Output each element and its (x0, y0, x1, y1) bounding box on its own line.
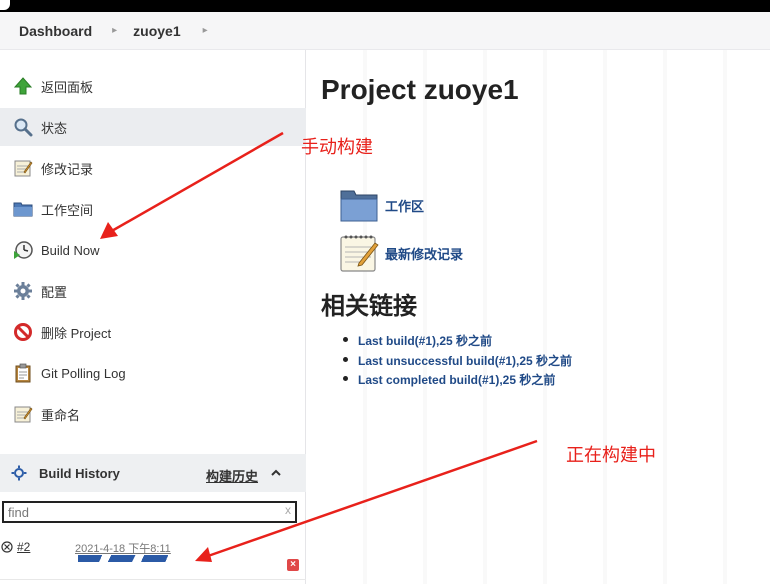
build-trend-link[interactable]: 构建历史 (206, 466, 258, 485)
build-filter-input[interactable] (8, 504, 278, 520)
sidebar-item-label: 修改记录 (41, 161, 94, 177)
breadcrumb-chevron-icon[interactable]: ▸ (112, 25, 117, 36)
notepad-icon (12, 157, 34, 179)
workspace-link-label: 工作区 (385, 198, 425, 214)
sidebar: 返回面板 状态 修改记录 工作空间 Build Now 配置 删除 Projec… (0, 50, 306, 584)
sidebar-item-label: 工作空间 (41, 202, 94, 218)
folder-icon (12, 198, 34, 220)
folder-icon (339, 185, 379, 225)
sidebar-item-label: 重命名 (41, 407, 81, 423)
build-number-link[interactable]: #2 (17, 540, 30, 554)
permalink-last-build[interactable]: Last build(#1),25 秒之前 (343, 332, 572, 352)
breadcrumb: Dashboard ▸ zuoye1 ▸ (0, 12, 770, 50)
sidebar-item-status[interactable]: 状态 (0, 108, 306, 146)
gear-icon (12, 280, 34, 302)
up-arrow-icon (12, 75, 34, 97)
permalink-last-unsuccessful-build[interactable]: Last unsuccessful build(#1),25 秒之前 (343, 352, 572, 372)
build-progress-bar[interactable] (78, 555, 168, 562)
breadcrumb-dashboard[interactable]: Dashboard (19, 23, 92, 39)
recent-changes-link[interactable]: 最新修改记录 (339, 233, 463, 273)
recent-changes-link-label: 最新修改记录 (385, 246, 464, 262)
sidebar-item-delete-project[interactable]: 删除 Project (0, 313, 306, 351)
build-filter-box: x (2, 501, 297, 523)
notepad-icon (339, 233, 379, 273)
filter-clear-icon[interactable]: x (285, 503, 291, 517)
magnifier-icon (12, 116, 34, 138)
sidebar-item-label: 状态 (41, 120, 68, 136)
build-time-link[interactable]: 2021-4-18 下午8:11 (75, 540, 171, 556)
sidebar-item-build-now[interactable]: Build Now (0, 231, 306, 269)
sidebar-item-git-polling-log[interactable]: Git Polling Log (0, 354, 306, 392)
sidebar-item-rename[interactable]: 重命名 (0, 395, 306, 433)
page-title: Project zuoye1 (321, 74, 519, 105)
jenkins-logo-icon[interactable] (0, 0, 10, 10)
clock-play-icon (12, 239, 34, 261)
sidebar-item-workspace[interactable]: 工作空间 (0, 190, 306, 228)
build-history-header: Build History 构建历史 (0, 454, 306, 492)
annotation-manual-build: 手动构建 (301, 137, 373, 158)
sidebar-item-label: 返回面板 (41, 79, 94, 95)
top-header-bar (0, 0, 770, 12)
sidebar-item-label: 删除 Project (41, 325, 112, 341)
build-history-title: Build History (39, 466, 120, 481)
no-entry-icon (12, 321, 34, 343)
chevron-up-icon[interactable] (270, 467, 282, 479)
workspace-link[interactable]: 工作区 (339, 185, 424, 225)
main-panel: Project zuoye1 工作区 最新修改记录 相关链接 Last buil… (307, 50, 770, 584)
build-history-gear-icon (11, 465, 27, 481)
sidebar-item-label: 配置 (41, 284, 68, 300)
build-history-row: #2 2021-4-18 下午8:11 × (0, 528, 306, 578)
clipboard-icon (12, 362, 34, 384)
sidebar-item-back-to-dashboard[interactable]: 返回面板 (0, 67, 306, 105)
breadcrumb-project[interactable]: zuoye1 (133, 23, 180, 39)
sidebar-item-changes[interactable]: 修改记录 (0, 149, 306, 187)
annotation-building: 正在构建中 (566, 445, 656, 466)
divider (0, 579, 306, 580)
cancel-build-icon[interactable]: × (287, 559, 299, 571)
notepad-icon (12, 403, 34, 425)
permalinks-title: 相关链接 (321, 293, 417, 320)
build-running-status-icon (1, 540, 13, 553)
breadcrumb-chevron-icon[interactable]: ▸ (203, 25, 208, 36)
permalink-last-completed-build[interactable]: Last completed build(#1),25 秒之前 (343, 371, 572, 391)
sidebar-item-label: Git Polling Log (41, 365, 126, 381)
sidebar-item-label: Build Now (41, 242, 100, 258)
sidebar-item-configure[interactable]: 配置 (0, 272, 306, 310)
permalinks-list: Last build(#1),25 秒之前 Last unsuccessful … (343, 332, 572, 391)
